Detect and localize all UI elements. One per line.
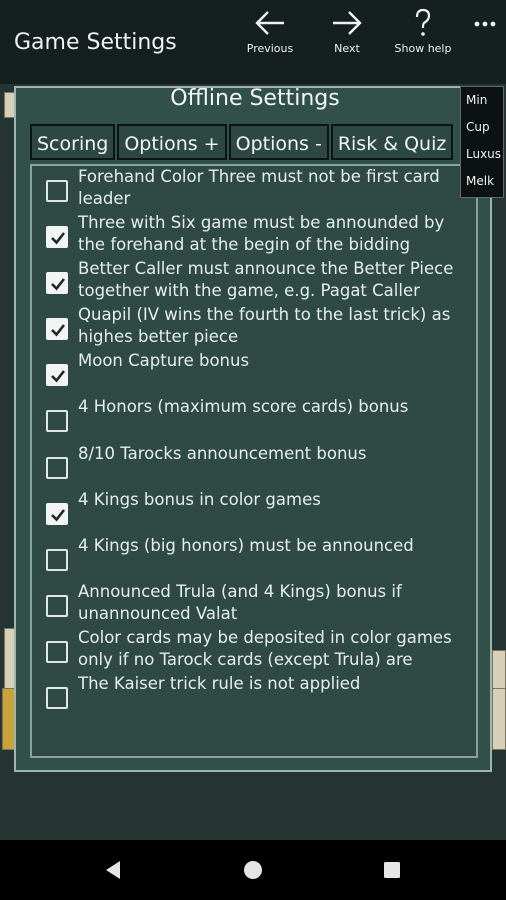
top-app-bar: Game Settings Previous Next Show help	[0, 0, 506, 84]
card-edge-right-bottom	[492, 688, 506, 750]
checkbox[interactable]	[46, 226, 68, 248]
next-button[interactable]: Next	[311, 6, 383, 76]
checkbox[interactable]	[46, 272, 68, 294]
previous-label: Previous	[246, 42, 294, 55]
option-label: 4 Honors (maximum score cards) bonus	[78, 397, 409, 416]
card-edge-right-middle	[492, 650, 506, 692]
menu-item-melk[interactable]: Melk	[461, 168, 503, 195]
checkbox[interactable]	[46, 687, 68, 709]
menu-item-cup[interactable]: Cup	[461, 114, 503, 141]
app-title: Game Settings	[14, 30, 177, 55]
checkbox[interactable]	[46, 457, 68, 479]
option-label: Better Caller must announce the Better P…	[78, 259, 454, 300]
menu-item-luxus[interactable]: Luxus	[461, 141, 503, 168]
checkbox[interactable]	[46, 364, 68, 386]
system-navigation-bar	[0, 840, 506, 900]
help-label: Show help	[394, 42, 452, 55]
options-list: Forehand Color Three must not be first c…	[30, 164, 478, 758]
option-label: 8/10 Tarocks announcement bonus	[78, 444, 367, 463]
nav-recents-button[interactable]	[376, 854, 408, 886]
nav-back-button[interactable]	[98, 854, 130, 886]
panel-title: Offline Settings	[170, 86, 340, 111]
checkbox[interactable]	[46, 503, 68, 525]
context-menu: Min Cup Luxus Melk	[460, 86, 504, 198]
check-icon	[51, 232, 66, 245]
question-mark-icon	[415, 8, 431, 36]
next-label: Next	[334, 42, 360, 55]
option-label: Forehand Color Three must not be first c…	[78, 167, 440, 208]
option-label: Color cards may be deposited in color ga…	[78, 628, 452, 669]
option-label: The Kaiser trick rule is not applied	[78, 674, 361, 693]
menu-item-min[interactable]: Min	[461, 87, 503, 114]
nav-home-button[interactable]	[237, 854, 269, 886]
option-label: Three with Six game must be announded by…	[78, 213, 445, 254]
recents-square-icon	[384, 862, 400, 878]
checkbox[interactable]	[46, 641, 68, 663]
checkbox[interactable]	[46, 180, 68, 202]
checkbox[interactable]	[46, 549, 68, 571]
check-icon	[51, 278, 66, 291]
check-icon	[51, 509, 66, 522]
overflow-menu-icon	[474, 21, 496, 27]
tab-options-plus[interactable]: Options +	[117, 124, 227, 160]
checkbox[interactable]	[46, 318, 68, 340]
arrow-left-icon	[255, 11, 284, 35]
show-help-button[interactable]: Show help	[387, 6, 459, 76]
overflow-menu-button[interactable]	[468, 10, 502, 44]
arrow-right-icon	[333, 11, 362, 35]
checkbox[interactable]	[46, 595, 68, 617]
settings-tabs: Scoring Options + Options - Risk & Quiz	[30, 124, 455, 160]
previous-button[interactable]: Previous	[234, 6, 306, 76]
option-label: Announced Trula (and 4 Kings) bonus if u…	[78, 582, 402, 623]
check-icon	[51, 370, 66, 383]
check-icon	[51, 324, 66, 337]
option-label: 4 Kings (big honors) must be announced	[78, 536, 414, 555]
option-label: Quapil (IV wins the fourth to the last t…	[78, 305, 451, 346]
offline-settings-panel: Offline Settings Scoring Options + Optio…	[14, 86, 492, 772]
home-circle-icon	[244, 861, 262, 879]
back-triangle-icon	[106, 861, 120, 879]
option-label: 4 Kings bonus in color games	[78, 490, 321, 509]
option-label: Moon Capture bonus	[78, 351, 250, 370]
checkbox[interactable]	[46, 410, 68, 432]
tab-risk-quiz[interactable]: Risk & Quiz	[330, 124, 454, 160]
tab-scoring[interactable]: Scoring	[30, 124, 116, 160]
tab-options-minus[interactable]: Options -	[228, 124, 329, 160]
